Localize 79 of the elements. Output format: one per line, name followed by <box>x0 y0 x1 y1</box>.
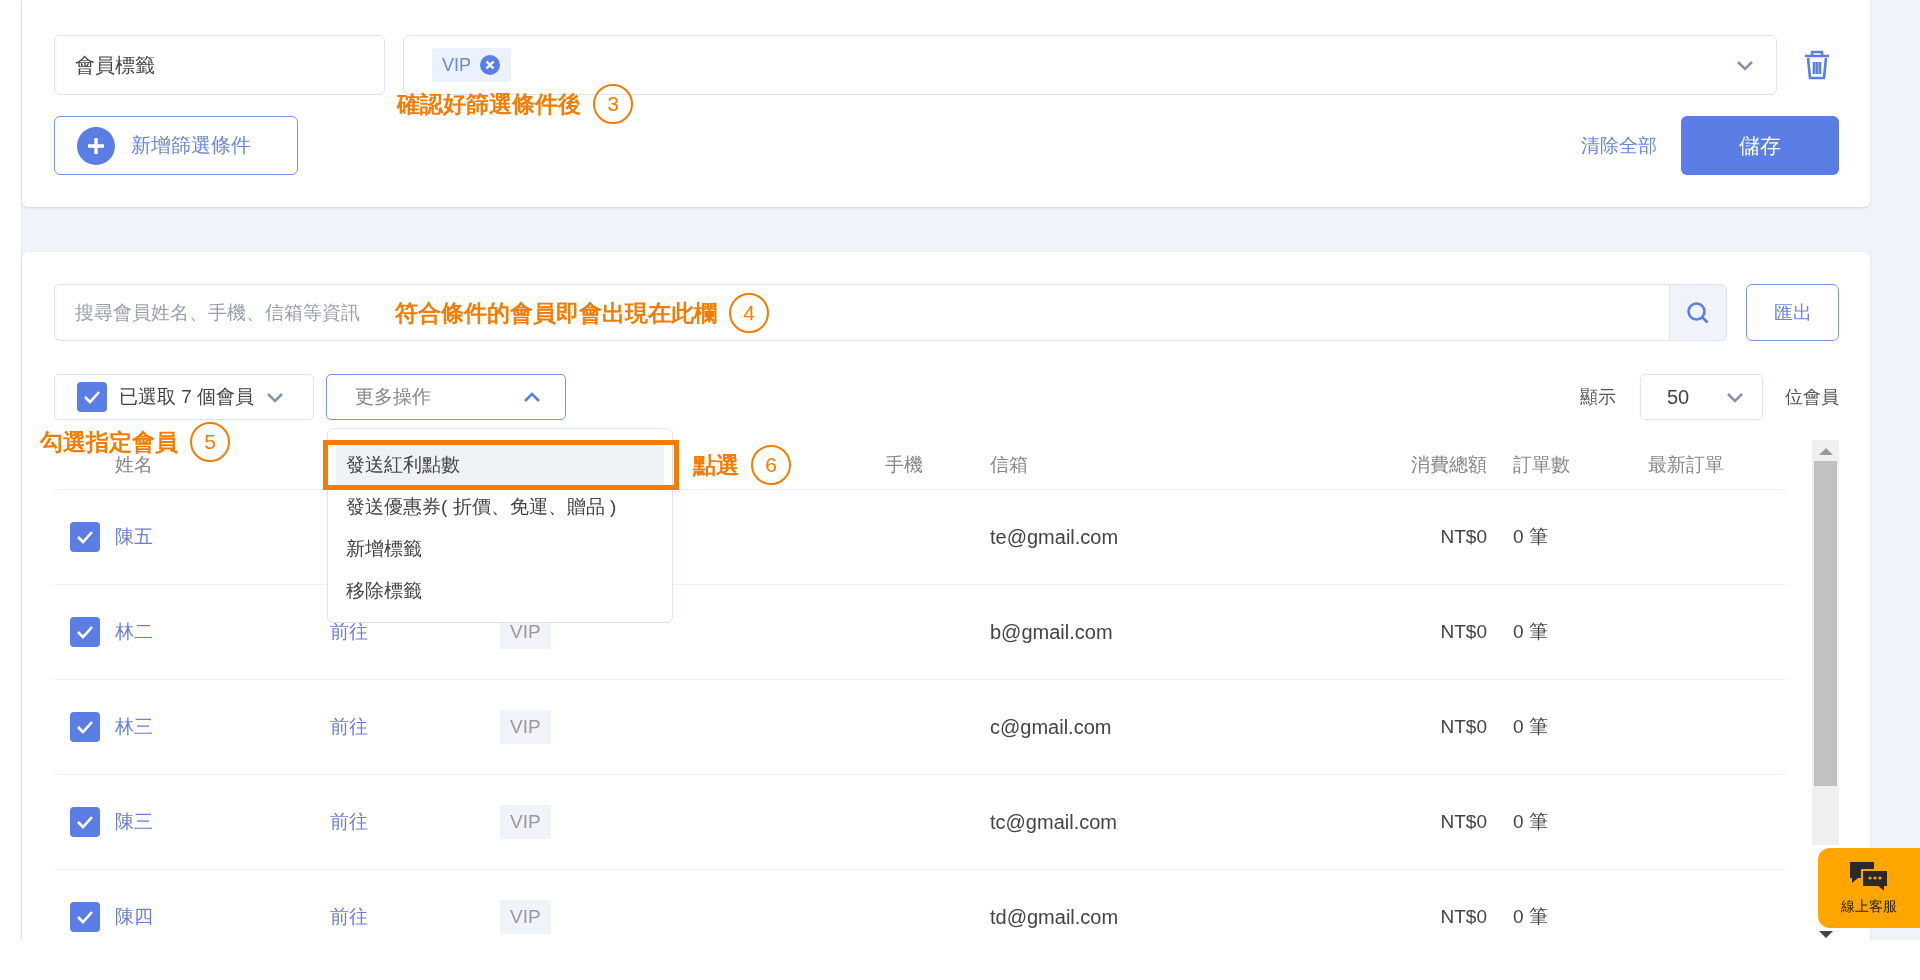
checkbox[interactable] <box>77 382 107 412</box>
step-number: 3 <box>593 84 633 124</box>
amount-text: NT$0 <box>1440 526 1487 547</box>
amount-text: NT$0 <box>1440 621 1487 642</box>
clear-all-link[interactable]: 清除全部 <box>1581 132 1657 159</box>
go-link[interactable]: 前往 <box>330 716 368 737</box>
member-name-link[interactable]: 陳五 <box>115 526 153 547</box>
export-button[interactable]: 匯出 <box>1746 284 1839 341</box>
amount-text: NT$0 <box>1440 716 1487 737</box>
checkbox[interactable] <box>70 807 100 837</box>
chevron-down-icon <box>1736 59 1754 71</box>
save-button[interactable]: 儲存 <box>1681 116 1839 175</box>
chevron-up-icon <box>523 391 541 403</box>
member-name-link[interactable]: 陳三 <box>115 811 153 832</box>
email-text: c@gmail.com <box>990 715 1112 738</box>
column-header: 姓名 <box>115 453 153 477</box>
selection-dropdown[interactable]: 已選取 7 個會員 <box>54 374 314 420</box>
plus-icon <box>77 126 115 165</box>
checkbox[interactable] <box>70 522 100 552</box>
member-tag: VIP <box>500 900 551 934</box>
annotation-text: 勾選指定會員 <box>40 427 178 455</box>
checkbox[interactable] <box>70 617 100 647</box>
member-name-link[interactable]: 林二 <box>115 621 153 642</box>
menu-item[interactable]: 發送優惠券( 折價、免運、贈品 ) <box>336 486 664 528</box>
amount-text: NT$0 <box>1440 811 1487 832</box>
trash-icon[interactable] <box>1803 49 1831 81</box>
column-header: 消費總額 <box>1411 453 1487 475</box>
member-tag: VIP <box>500 805 551 839</box>
checkbox[interactable] <box>70 712 100 742</box>
email-text: b@gmail.com <box>990 620 1113 643</box>
check-icon <box>76 720 94 734</box>
chat-icon <box>1848 860 1890 894</box>
column-header: 訂單數 <box>1513 453 1570 475</box>
check-icon <box>83 390 101 404</box>
menu-item[interactable]: 移除標籤 <box>336 570 664 612</box>
tag-label: VIP <box>442 54 471 76</box>
order-count: 0 筆 <box>1513 716 1548 737</box>
step-number: 4 <box>729 293 769 333</box>
check-icon <box>76 625 94 639</box>
filter-type-select[interactable]: 會員標籤 <box>54 35 385 95</box>
column-header: 信箱 <box>990 452 1029 477</box>
email-text: tc@gmail.com <box>990 810 1117 833</box>
step-number: 5 <box>190 422 230 462</box>
order-count: 0 筆 <box>1513 526 1548 547</box>
member-name-link[interactable]: 陳四 <box>115 906 153 927</box>
remove-icon[interactable] <box>479 54 501 76</box>
page-size-select[interactable]: 50 <box>1640 374 1763 420</box>
check-icon <box>76 530 94 544</box>
order-count: 0 筆 <box>1513 811 1548 832</box>
checkbox[interactable] <box>70 902 100 932</box>
scrollbar[interactable] <box>1812 440 1839 845</box>
order-count: 0 筆 <box>1513 621 1548 642</box>
email-text: te@gmail.com <box>990 525 1119 548</box>
chevron-down-icon <box>266 391 285 403</box>
show-label: 顯示 <box>1580 386 1616 409</box>
member-tag: VIP <box>500 710 551 744</box>
go-link[interactable]: 前往 <box>330 906 368 927</box>
members-label: 位會員 <box>1785 386 1839 409</box>
go-link[interactable]: 前往 <box>330 811 368 832</box>
column-header: 最新訂單 <box>1648 453 1724 475</box>
menu-item[interactable]: 新增標籤 <box>336 528 664 570</box>
chat-widget[interactable]: 線上客服 <box>1818 848 1920 928</box>
menu-item[interactable]: 發送紅利點數 <box>336 444 664 486</box>
search-button[interactable] <box>1669 284 1727 341</box>
go-link[interactable]: 前往 <box>330 621 368 642</box>
add-filter-button[interactable]: 新增篩選條件 <box>54 116 298 175</box>
search-icon <box>1686 300 1710 325</box>
check-icon <box>76 815 94 829</box>
annotation-text: 點選 <box>693 450 739 480</box>
check-icon <box>76 910 94 924</box>
order-count: 0 筆 <box>1513 906 1548 927</box>
amount-text: NT$0 <box>1440 906 1487 927</box>
chevron-down-icon <box>1726 391 1744 403</box>
annotation-text: 符合條件的會員即會出現在此欄 <box>395 298 717 328</box>
email-text: td@gmail.com <box>990 905 1119 928</box>
column-header: 手機 <box>885 452 924 477</box>
step-number: 6 <box>751 445 791 485</box>
more-actions-dropdown[interactable]: 更多操作 <box>326 374 566 420</box>
member-name-link[interactable]: 林三 <box>115 716 153 737</box>
